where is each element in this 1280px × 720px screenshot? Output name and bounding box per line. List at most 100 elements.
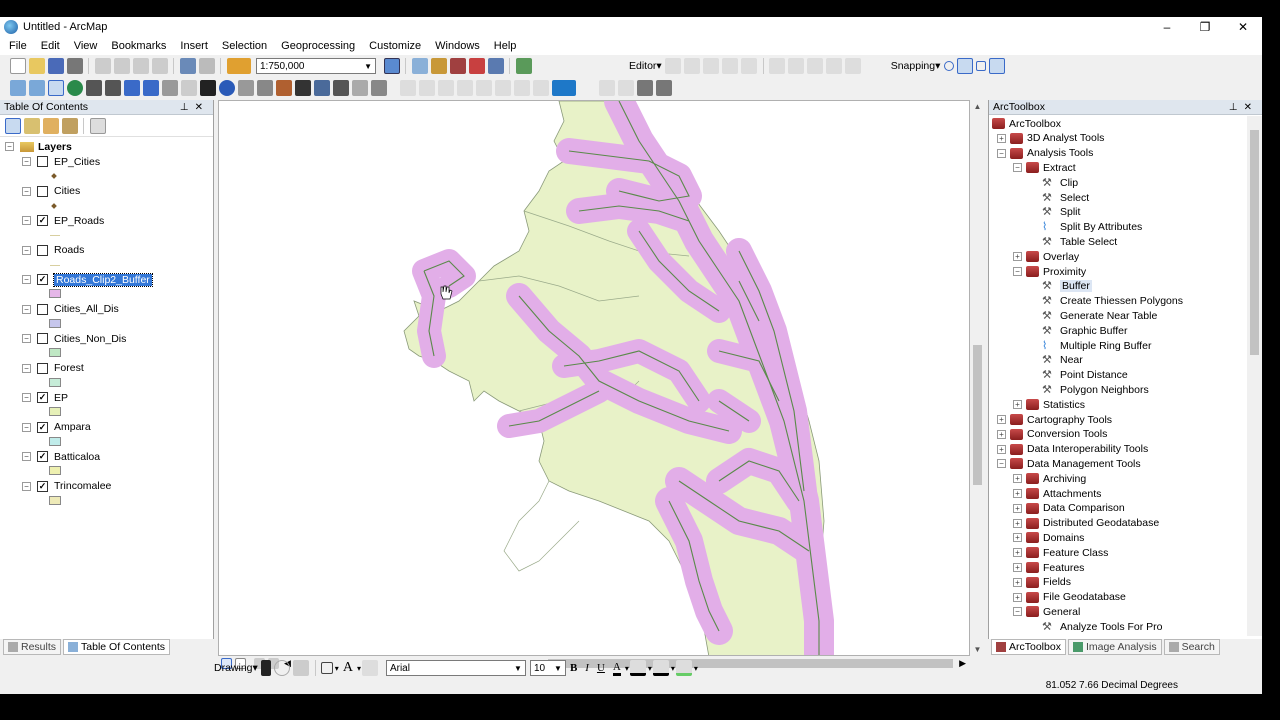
layer-name[interactable]: Ampara [54,421,91,433]
zoom-whole-page-icon[interactable] [456,80,473,96]
sketch-properties-icon[interactable] [826,58,843,74]
layer-name[interactable]: Roads_Clip2_Buffer [53,272,153,287]
toolbox-tree-item[interactable]: + Feature Class [1013,545,1108,560]
toolbox-tree-item[interactable]: ArcToolbox [992,116,1061,131]
fixed-zoom-in-icon[interactable] [85,80,102,96]
layer-row[interactable]: − Roads [22,243,84,258]
maximize-button[interactable]: ❐ [1186,17,1224,37]
collapse-icon[interactable]: − [22,422,31,432]
toolbox-tree-item[interactable]: ⚒ Polygon Neighbors [1029,382,1149,397]
layer-row[interactable]: − ✓ EP [22,390,68,405]
toolbox-tree-item[interactable]: +3D Analyst Tools [997,131,1104,146]
focus-data-frame-icon[interactable] [617,80,634,96]
tab-arctoolbox[interactable]: ArcToolbox [991,639,1066,655]
collapse-icon[interactable]: − [22,304,31,314]
create-features-icon[interactable] [845,58,862,74]
toolbox-tree-item[interactable]: ⚒ Near [1029,353,1083,368]
italic-button[interactable]: I [585,662,589,674]
minimize-button[interactable]: – [1148,17,1186,37]
menu-view[interactable]: View [65,40,103,52]
map-vertical-scrollbar[interactable]: ▲ ▼ [970,100,985,656]
clear-selection-icon[interactable] [180,80,197,96]
go-to-xy-icon[interactable] [332,80,349,96]
attributes-icon[interactable] [807,58,824,74]
zoom-to-selected-icon[interactable] [293,660,310,676]
expand-icon[interactable]: + [1013,503,1022,513]
redo-icon[interactable] [198,58,215,74]
print-icon[interactable] [66,58,83,74]
layer-name[interactable]: Forest [54,362,84,374]
data-driven-pages-icon[interactable] [655,80,672,96]
menu-help[interactable]: Help [485,40,522,52]
change-layout-icon[interactable] [636,80,653,96]
rotate-icon[interactable] [274,660,291,676]
layer-visibility-checkbox[interactable] [37,156,48,167]
chevron-down-icon[interactable]: ▾ [694,664,698,673]
arccatalog-icon[interactable] [411,58,428,74]
collapse-icon[interactable]: − [22,186,31,196]
collapse-icon[interactable]: − [22,481,31,491]
layout-zoom-in-icon[interactable] [399,80,416,96]
list-by-visibility-icon[interactable] [42,117,59,134]
menu-windows[interactable]: Windows [426,40,485,52]
undo-icon[interactable] [179,58,196,74]
hyperlink-icon[interactable] [237,80,254,96]
fixed-zoom-out-icon[interactable] [104,80,121,96]
expand-icon[interactable]: + [997,444,1006,454]
split-tool-icon[interactable] [769,58,786,74]
new-document-icon[interactable] [9,58,26,74]
zoom-in-icon[interactable] [9,80,26,96]
layer-visibility-checkbox[interactable] [37,362,48,374]
toolbox-tree-item[interactable]: + Statistics [1013,397,1085,412]
toolbox-tree-item[interactable]: − Proximity [1013,264,1086,279]
list-by-selection-icon[interactable] [61,117,78,134]
expand-icon[interactable]: + [1013,489,1022,498]
toolbox-tree-item[interactable]: + Distributed Geodatabase [1013,516,1159,531]
collapse-icon[interactable]: − [22,334,31,343]
underline-button[interactable]: U [597,662,605,674]
layer-name[interactable]: Batticaloa [54,451,100,463]
menu-selection[interactable]: Selection [213,40,272,52]
line-color-icon[interactable] [653,660,670,676]
expand-icon[interactable]: + [1013,577,1022,587]
new-text-icon[interactable]: A [343,660,353,676]
map-view[interactable] [218,100,970,656]
collapse-icon[interactable]: − [22,216,31,225]
layer-visibility-checkbox[interactable]: ✓ [37,215,48,226]
layer-row[interactable]: − Forest [22,361,84,376]
scroll-thumb[interactable] [1250,130,1259,355]
tab-table-of-contents[interactable]: Table Of Contents [63,639,171,655]
time-slider-icon[interactable] [351,80,368,96]
html-popup-icon[interactable] [256,80,273,96]
model-builder-icon[interactable] [487,58,504,74]
layer-visibility-checkbox[interactable] [37,185,48,197]
toolbox-tree-item[interactable]: + File Geodatabase [1013,590,1126,605]
copy-icon[interactable] [113,58,130,74]
layer-visibility-checkbox[interactable]: ✓ [37,451,48,462]
snapping-menu[interactable]: Snapping▾ [891,60,941,72]
paste-icon[interactable] [132,58,149,74]
expand-icon[interactable]: + [997,133,1006,143]
collapse-icon[interactable]: − [22,157,31,166]
font-color-button[interactable]: A [612,661,621,676]
collapse-icon[interactable]: − [1013,163,1022,173]
expand-icon[interactable]: + [1013,252,1022,262]
create-viewer-window-icon[interactable] [370,80,387,96]
collapse-icon[interactable]: − [997,459,1006,469]
scroll-thumb[interactable] [973,345,982,485]
zoom-out-icon[interactable] [28,80,45,96]
toolbox-tree-item[interactable]: + Domains [1013,530,1084,545]
layer-row[interactable]: − Cities [22,184,80,199]
expand-icon[interactable]: + [1013,400,1022,410]
expand-icon[interactable]: + [1013,474,1022,484]
layer-name[interactable]: Trincomalee [54,480,111,492]
list-by-drawing-order-icon[interactable] [4,117,21,134]
menu-geoprocessing[interactable]: Geoprocessing [272,40,360,52]
layout-pan-icon[interactable] [437,80,454,96]
edge-snapping-icon[interactable] [988,58,1005,74]
menu-customize[interactable]: Customize [360,40,426,52]
toolbox-tree-item[interactable]: ⚒ Create Thiessen Polygons [1029,294,1183,309]
layer-row[interactable]: − Cities_Non_Dis [22,331,126,346]
toolbox-tree-item[interactable]: ⌇ Split By Attributes [1029,220,1142,235]
toolbox-tree-item[interactable]: ⚒ Select [1029,190,1089,205]
